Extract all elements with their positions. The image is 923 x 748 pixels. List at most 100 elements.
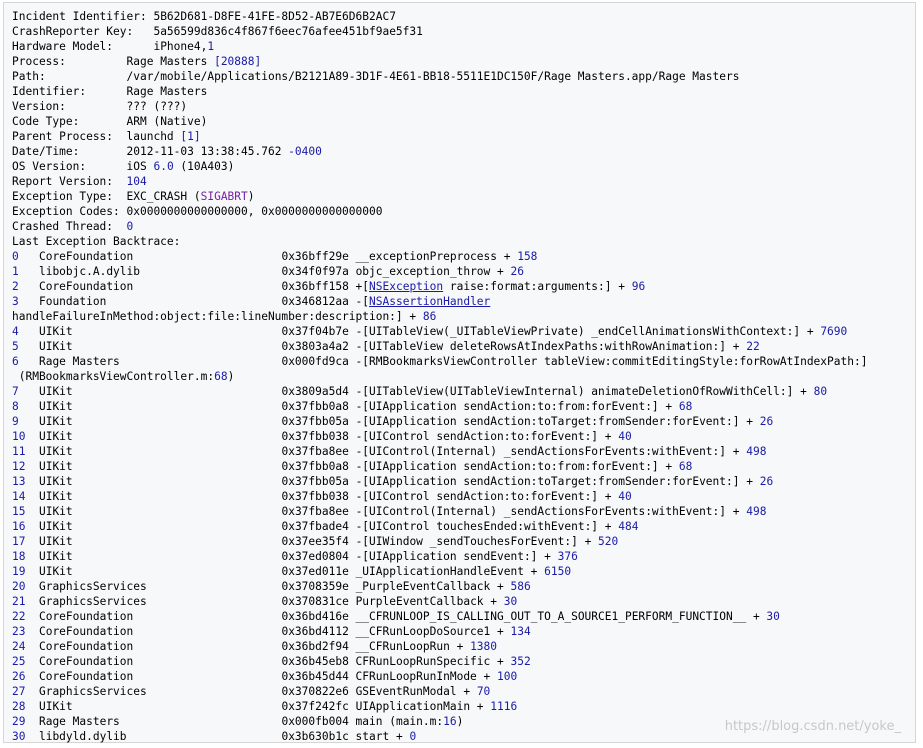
header-line: Report Version: 104 — [12, 174, 911, 189]
header-line: Process: Rage Masters [20888] — [12, 54, 911, 69]
header-line: CrashReporter Key: 5a56599d836c4f867f6ee… — [12, 24, 911, 39]
frame-address: 0x36bd416e — [281, 610, 349, 623]
frame-class-link[interactable]: NSException — [369, 280, 443, 293]
frame-library: CoreFoundation — [38, 625, 134, 638]
frame-number: 17 — [12, 535, 26, 548]
backtrace-frame: 15 UIKit 0x37fba8ee -[UIControl(Internal… — [12, 504, 911, 519]
frame-library: UIKit — [38, 505, 73, 518]
frame-offset: 68 — [678, 460, 693, 473]
header-value-extra: 6.0 — [153, 160, 174, 173]
header-label: Report Version: — [12, 175, 127, 188]
frame-number: 0 — [12, 250, 19, 263]
header-value: 2012-11-03 13:38:45.762 — [126, 145, 282, 158]
frame-library: UIKit — [38, 415, 73, 428]
frame-library: Rage Masters — [38, 715, 120, 728]
backtrace-frame: 28 UIKit 0x37f242fc UIApplicationMain + … — [12, 699, 911, 714]
backtrace-frame: 9 UIKit 0x37fbb05a -[UIApplication sendA… — [12, 414, 911, 429]
header-value-tail: ) — [247, 190, 255, 203]
frame-library: Rage Masters — [38, 355, 120, 368]
frame-number: 20 — [12, 580, 26, 593]
frame-symbol: GSEventRunModal + — [348, 685, 477, 698]
frame-offset: 26 — [759, 475, 774, 488]
frame-offset: 352 — [510, 655, 531, 668]
frame-address: 0x37fbb038 — [281, 490, 349, 503]
frame-address: 0x36bd2f94 — [281, 640, 349, 653]
frame-symbol: -[UITableView(UITableViewInternal) anima… — [348, 385, 814, 398]
header-value: launchd — [126, 130, 181, 143]
frame-library: GraphicsServices — [38, 580, 147, 593]
frame-offset: 26 — [510, 265, 524, 278]
frame-number: 14 — [12, 490, 26, 503]
frame-tail: ) — [456, 715, 464, 728]
header-label: Path: — [12, 70, 127, 83]
header-value: 0x0000000000000000, 0x0000000000000000 — [126, 205, 383, 218]
frame-library: CoreFoundation — [38, 655, 134, 668]
backtrace-frame: 5 UIKit 0x3803a4a2 -[UITableView deleteR… — [12, 339, 911, 354]
frame-library: UIKit — [38, 400, 73, 413]
header-value: EXC_CRASH ( — [126, 190, 201, 203]
header-value-extra: -0400 — [281, 145, 322, 158]
frame-symbol: __CFRunLoopDoSource1 + — [348, 625, 511, 638]
frame-number: 27 — [12, 685, 26, 698]
header-line: Version: ??? (???) — [12, 99, 911, 114]
frame-library: CoreFoundation — [38, 250, 134, 263]
frame-library: UIKit — [38, 385, 73, 398]
backtrace-frame: 16 UIKit 0x37fbade4 -[UIControl touchesE… — [12, 519, 911, 534]
header-line: Parent Process: launchd [1] — [12, 129, 911, 144]
frame-library: UIKit — [38, 490, 73, 503]
frame-continuation: handleFailureInMethod:object:file:lineNu… — [12, 310, 423, 323]
frame-number: 6 — [12, 355, 19, 368]
frame-library: UIKit — [38, 445, 73, 458]
backtrace-frame: 4 UIKit 0x37f04b7e -[UITableView(_UITabl… — [12, 324, 911, 339]
frame-symbol: CFRunLoopRunSpecific + — [348, 655, 511, 668]
frame-symbol: -[UIApplication sendAction:to:from:forEv… — [348, 400, 679, 413]
frame-number: 10 — [12, 430, 26, 443]
frame-symbol: -[UIApplication sendAction:to:from:forEv… — [348, 460, 679, 473]
frame-library: GraphicsServices — [38, 685, 147, 698]
header-label: Identifier: — [12, 85, 127, 98]
frame-number: 7 — [12, 385, 19, 398]
frame-offset: 86 — [422, 310, 437, 323]
frame-offset: 158 — [517, 250, 538, 263]
frame-offset: 0 — [409, 730, 417, 743]
header-label: Crashed Thread: — [12, 220, 127, 233]
frame-address: 0x34f0f97a — [281, 265, 349, 278]
frame-number: 24 — [12, 640, 26, 653]
frame-library: CoreFoundation — [38, 610, 134, 623]
header-value-extra: SIGABRT — [200, 190, 248, 203]
frame-offset: 68 — [214, 370, 228, 383]
backtrace-frame: 19 UIKit 0x37ed011e _UIApplicationHandle… — [12, 564, 911, 579]
header-line: Crashed Thread: 0 — [12, 219, 911, 234]
frame-number: 28 — [12, 700, 26, 713]
frame-offset: 134 — [510, 625, 531, 638]
frame-number: 1 — [12, 265, 19, 278]
frame-address: 0x36bd4112 — [281, 625, 349, 638]
frame-address: 0x37fbb05a — [281, 415, 349, 428]
header-label: Code Type: — [12, 115, 127, 128]
frame-symbol-prefix: +[ — [348, 280, 370, 293]
frame-number: 9 — [12, 415, 19, 428]
frame-offset: 22 — [746, 340, 760, 353]
frame-library: UIKit — [38, 325, 73, 338]
backtrace-frame: 14 UIKit 0x37fbb038 -[UIControl sendActi… — [12, 489, 911, 504]
frame-offset: 484 — [618, 520, 639, 533]
frame-number: 26 — [12, 670, 26, 683]
frame-tail: ) — [227, 370, 235, 383]
header-value: /var/mobile/Applications/B2121A89-3D1F-4… — [126, 70, 740, 83]
header-value: iPhone4, — [153, 40, 208, 53]
header-line: Hardware Model: iPhone4,1 — [12, 39, 911, 54]
frame-number: 30 — [12, 730, 26, 743]
frame-class-link[interactable]: NSAssertionHandler — [369, 295, 490, 308]
frame-number: 19 — [12, 565, 26, 578]
frame-library: UIKit — [38, 340, 73, 353]
frame-address: 0x000fb004 — [281, 715, 349, 728]
backtrace-frame: 7 UIKit 0x3809a5d4 -[UITableView(UITable… — [12, 384, 911, 399]
header-label: OS Version: — [12, 160, 127, 173]
frame-symbol: CFRunLoopRunInMode + — [348, 670, 497, 683]
header-line: Date/Time: 2012-11-03 13:38:45.762 -0400 — [12, 144, 911, 159]
frame-number: 3 — [12, 295, 19, 308]
frame-library: CoreFoundation — [38, 640, 134, 653]
frame-address: 0x37fbade4 — [281, 520, 349, 533]
frame-symbol: -[UITableView deleteRowsAtIndexPaths:wit… — [348, 340, 747, 353]
frame-number: 16 — [12, 520, 26, 533]
